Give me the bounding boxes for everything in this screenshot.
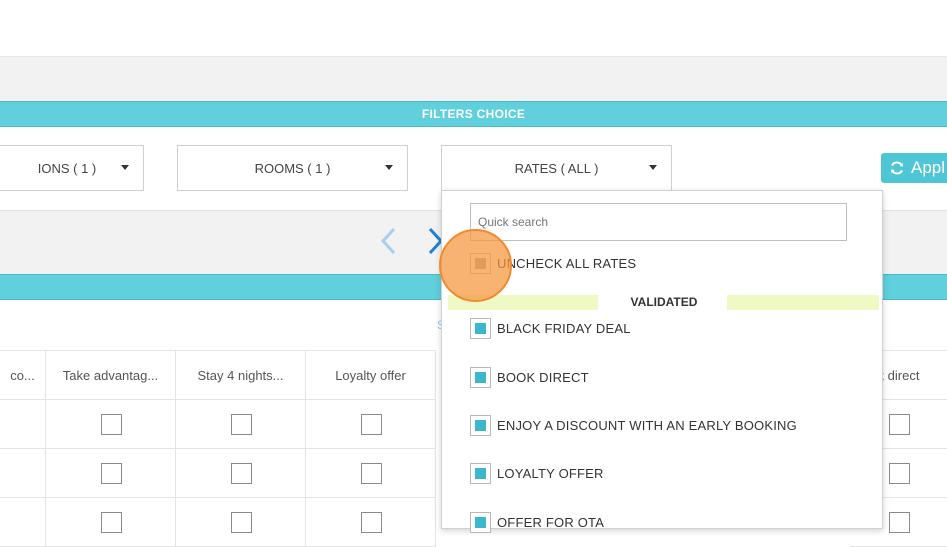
row-checkbox[interactable]	[360, 463, 382, 484]
row-checkbox[interactable]	[888, 512, 910, 533]
rate-option[interactable]: OFFER FOR OTA	[470, 512, 604, 533]
table-cell	[46, 449, 176, 498]
caret-down-icon	[121, 165, 129, 170]
row-checkbox[interactable]	[100, 512, 122, 533]
rates-select[interactable]: RATES ( ALL )	[441, 145, 672, 191]
table-cell	[306, 498, 436, 547]
grey-band	[0, 57, 947, 101]
options-select[interactable]: IONS ( 1 )	[0, 145, 144, 191]
refresh-icon	[891, 161, 903, 175]
chevron-left-icon[interactable]	[378, 226, 398, 256]
row-checkbox[interactable]	[888, 463, 910, 484]
rate-option[interactable]: BLACK FRIDAY DEAL	[470, 318, 631, 339]
rate-option-label: BLACK FRIDAY DEAL	[497, 321, 631, 336]
column-header[interactable]: Stay 4 nights...	[176, 350, 306, 400]
rate-option[interactable]: BOOK DIRECT	[470, 367, 589, 388]
table-cell	[306, 449, 436, 498]
table-cell	[46, 400, 176, 449]
validated-group-label: VALIDATED	[448, 295, 880, 310]
row-checkbox[interactable]	[100, 414, 122, 435]
rate-checkbox[interactable]	[470, 415, 491, 436]
rate-option-label: BOOK DIRECT	[497, 370, 589, 385]
table-cell	[0, 498, 46, 547]
caret-down-icon	[649, 165, 657, 170]
rate-checkbox[interactable]	[470, 318, 491, 339]
row-checkbox[interactable]	[230, 463, 252, 484]
rate-checkbox[interactable]	[470, 367, 491, 388]
row-checkbox[interactable]	[230, 512, 252, 533]
rates-select-label: RATES ( ALL )	[514, 160, 599, 176]
table-cell	[176, 400, 306, 449]
rate-option-label: LOYALTY OFFER	[497, 466, 604, 481]
rate-option[interactable]: LOYALTY OFFER	[470, 463, 604, 484]
quick-search-input[interactable]	[470, 203, 847, 241]
rate-checkbox[interactable]	[470, 463, 491, 484]
row-checkbox[interactable]	[100, 463, 122, 484]
apply-button[interactable]: Appl	[881, 153, 947, 183]
column-header[interactable]: co...	[0, 350, 46, 400]
table-cell	[0, 449, 46, 498]
rate-checkbox[interactable]	[470, 512, 491, 533]
rooms-select-label: ROOMS ( 1 )	[254, 160, 331, 176]
row-checkbox[interactable]	[360, 414, 382, 435]
rate-option[interactable]: ENJOY A DISCOUNT WITH AN EARLY BOOKING	[470, 415, 797, 436]
table-cell	[176, 498, 306, 547]
rate-option-label: ENJOY A DISCOUNT WITH AN EARLY BOOKING	[497, 418, 797, 433]
row-checkbox[interactable]	[230, 414, 252, 435]
column-header[interactable]: Take advantag...	[46, 350, 176, 400]
top-header	[0, 0, 947, 57]
uncheck-all-label: UNCHECK ALL RATES	[497, 256, 637, 271]
click-indicator	[439, 229, 512, 302]
column-header[interactable]: Loyalty offer	[306, 350, 436, 400]
table-cell	[0, 400, 46, 449]
caret-down-icon	[385, 165, 393, 170]
table-cell	[176, 449, 306, 498]
rate-option-label: OFFER FOR OTA	[497, 515, 605, 530]
filters-choice-title: FILTERS CHOICE	[0, 101, 947, 127]
rates-dropdown-menu: UNCHECK ALL RATES VALIDATED BLACK FRIDAY…	[441, 190, 883, 533]
table-cell	[306, 400, 436, 449]
row-checkbox[interactable]	[360, 512, 382, 533]
options-select-label: IONS ( 1 )	[37, 160, 97, 176]
apply-button-label: Appl	[911, 158, 946, 177]
table-cell	[46, 498, 176, 547]
row-checkbox[interactable]	[888, 414, 910, 435]
rooms-select[interactable]: ROOMS ( 1 )	[177, 145, 408, 191]
